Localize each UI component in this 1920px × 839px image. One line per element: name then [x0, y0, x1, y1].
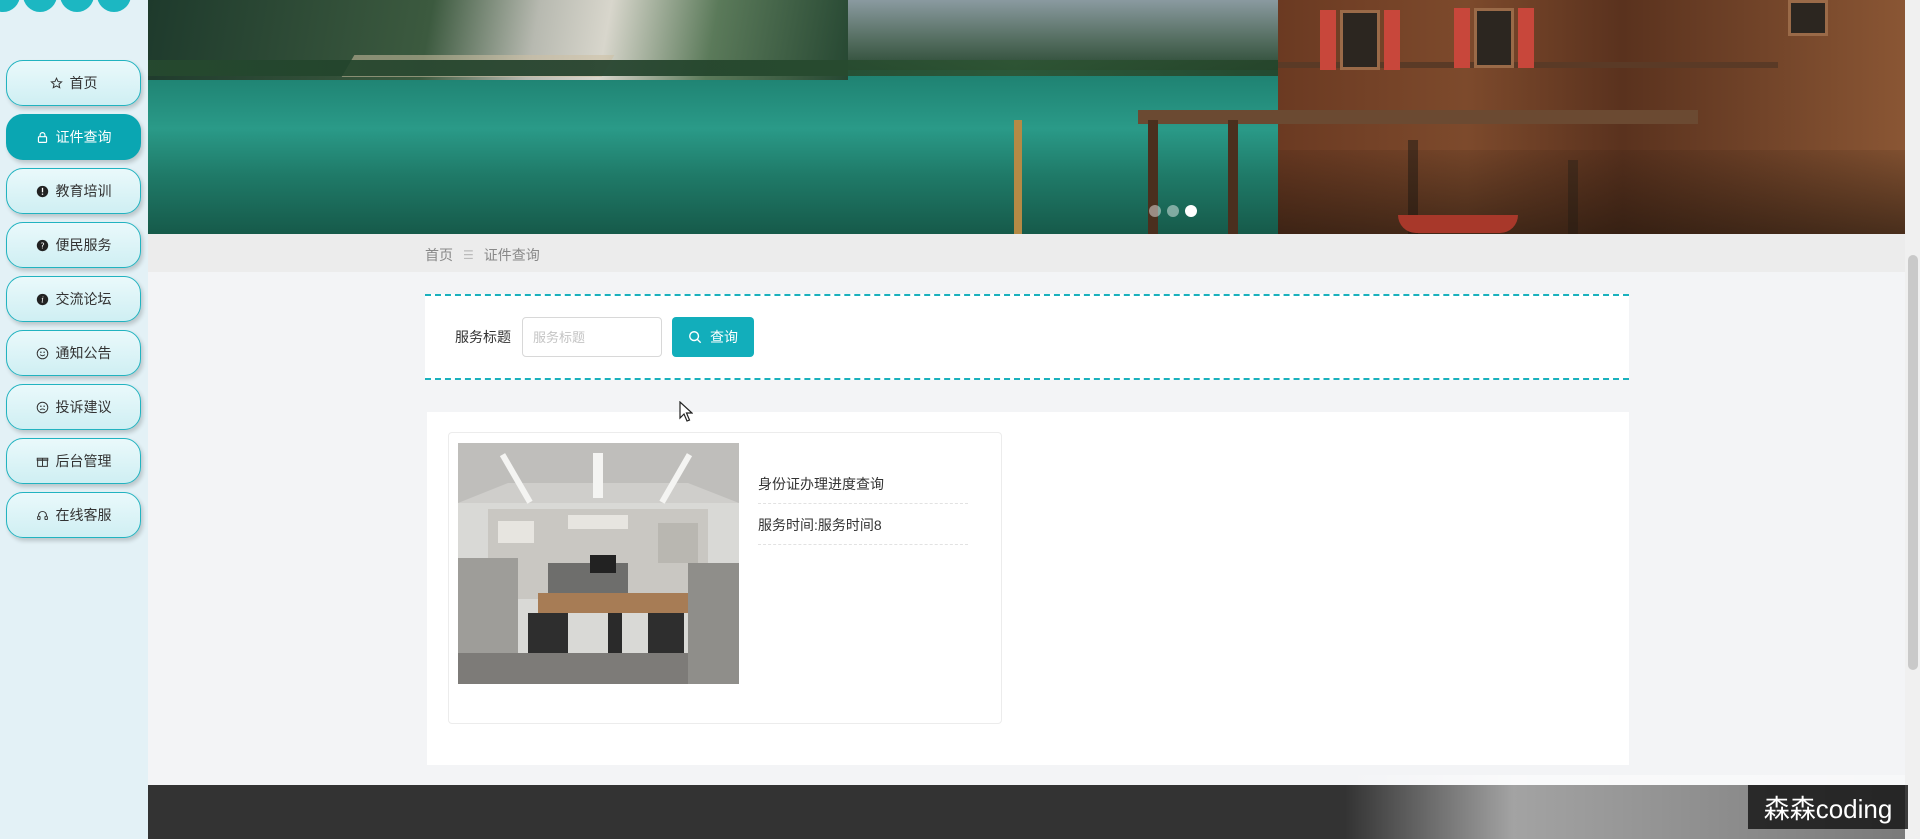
- carousel-indicators: [1149, 205, 1197, 217]
- decoration-dot: [97, 0, 131, 12]
- feedback-icon: [36, 400, 50, 414]
- sidebar-top-decoration: [0, 0, 134, 12]
- sidebar-item-notices[interactable]: 通知公告: [6, 330, 141, 376]
- star-icon: [50, 76, 64, 90]
- sidebar: 首页 证件查询 教育培训 ? 便民服务 i 交流论坛 通知公告 投诉建议 后台管…: [0, 0, 148, 839]
- banner-shutter: [1384, 10, 1400, 70]
- search-button-label: 查询: [710, 329, 738, 345]
- breadcrumb-home[interactable]: 首页: [425, 245, 453, 265]
- search-button[interactable]: 查询: [672, 317, 754, 357]
- svg-text:i: i: [41, 294, 44, 304]
- banner-window: [1788, 0, 1828, 36]
- breadcrumb: 首页 ☰ 证件查询: [425, 245, 540, 265]
- result-card-time: 服务时间:服务时间8: [758, 515, 968, 545]
- page-scrollbar-thumb[interactable]: [1908, 255, 1918, 670]
- sidebar-item-label: 投诉建议: [55, 399, 112, 415]
- sidebar-item-label: 后台管理: [55, 453, 112, 469]
- info-icon: [36, 184, 50, 198]
- sidebar-item-label: 通知公告: [55, 345, 112, 361]
- sidebar-item-education[interactable]: 教育培训: [6, 168, 141, 214]
- smile-icon: [36, 346, 50, 360]
- sidebar-item-label: 证件查询: [55, 129, 112, 145]
- decoration-dot: [23, 0, 57, 12]
- sidebar-item-customer-service[interactable]: 在线客服: [6, 492, 141, 538]
- sidebar-item-admin[interactable]: 后台管理: [6, 438, 141, 484]
- sidebar-item-label: 交流论坛: [55, 291, 112, 307]
- svg-text:?: ?: [40, 240, 44, 250]
- hero-banner: [148, 0, 1905, 234]
- help-icon: ?: [36, 238, 50, 252]
- lock-icon: [36, 130, 50, 144]
- decoration-dot: [60, 0, 94, 12]
- banner-shutter: [1320, 10, 1336, 70]
- sidebar-item-label: 教育培训: [55, 183, 112, 199]
- result-card-image[interactable]: [458, 443, 739, 684]
- banner-boat: [1398, 215, 1518, 233]
- banner-shutter: [1454, 8, 1470, 68]
- search-label: 服务标题: [455, 329, 511, 345]
- banner-window: [1474, 8, 1514, 68]
- sidebar-item-label: 在线客服: [55, 507, 112, 523]
- sidebar-item-label: 便民服务: [55, 237, 112, 253]
- carousel-dot[interactable]: [1149, 205, 1161, 217]
- sidebar-item-forum[interactable]: i 交流论坛: [6, 276, 141, 322]
- sidebar-item-complaints[interactable]: 投诉建议: [6, 384, 141, 430]
- banner-shadow: [1278, 150, 1905, 234]
- mouse-cursor-icon: [679, 401, 693, 422]
- search-icon: [689, 331, 702, 344]
- carousel-dot-active[interactable]: [1185, 205, 1197, 217]
- info-icon: i: [36, 292, 50, 306]
- sidebar-item-certificate-query[interactable]: 证件查询: [6, 114, 141, 160]
- banner-treeline: [148, 60, 1448, 76]
- result-card-title[interactable]: 身份证办理进度查询: [758, 474, 968, 504]
- gift-icon: [36, 454, 50, 468]
- carousel-dot[interactable]: [1167, 205, 1179, 217]
- sidebar-item-label: 首页: [69, 75, 98, 91]
- sidebar-item-home[interactable]: 首页: [6, 60, 141, 106]
- banner-shutter: [1518, 8, 1534, 68]
- sidebar-item-public-service[interactable]: ? 便民服务: [6, 222, 141, 268]
- banner-window: [1340, 10, 1380, 70]
- headset-icon: [36, 508, 50, 522]
- banner-pier-post: [1014, 120, 1022, 234]
- watermark: 森森coding: [1748, 785, 1908, 829]
- banner-post: [1228, 120, 1238, 234]
- breadcrumb-current: 证件查询: [483, 247, 540, 263]
- breadcrumb-bar: [148, 234, 1905, 272]
- banner-deck: [1138, 110, 1698, 124]
- decoration-dot: [0, 0, 20, 12]
- breadcrumb-separator-icon: ☰: [463, 248, 474, 262]
- search-input[interactable]: [522, 317, 662, 357]
